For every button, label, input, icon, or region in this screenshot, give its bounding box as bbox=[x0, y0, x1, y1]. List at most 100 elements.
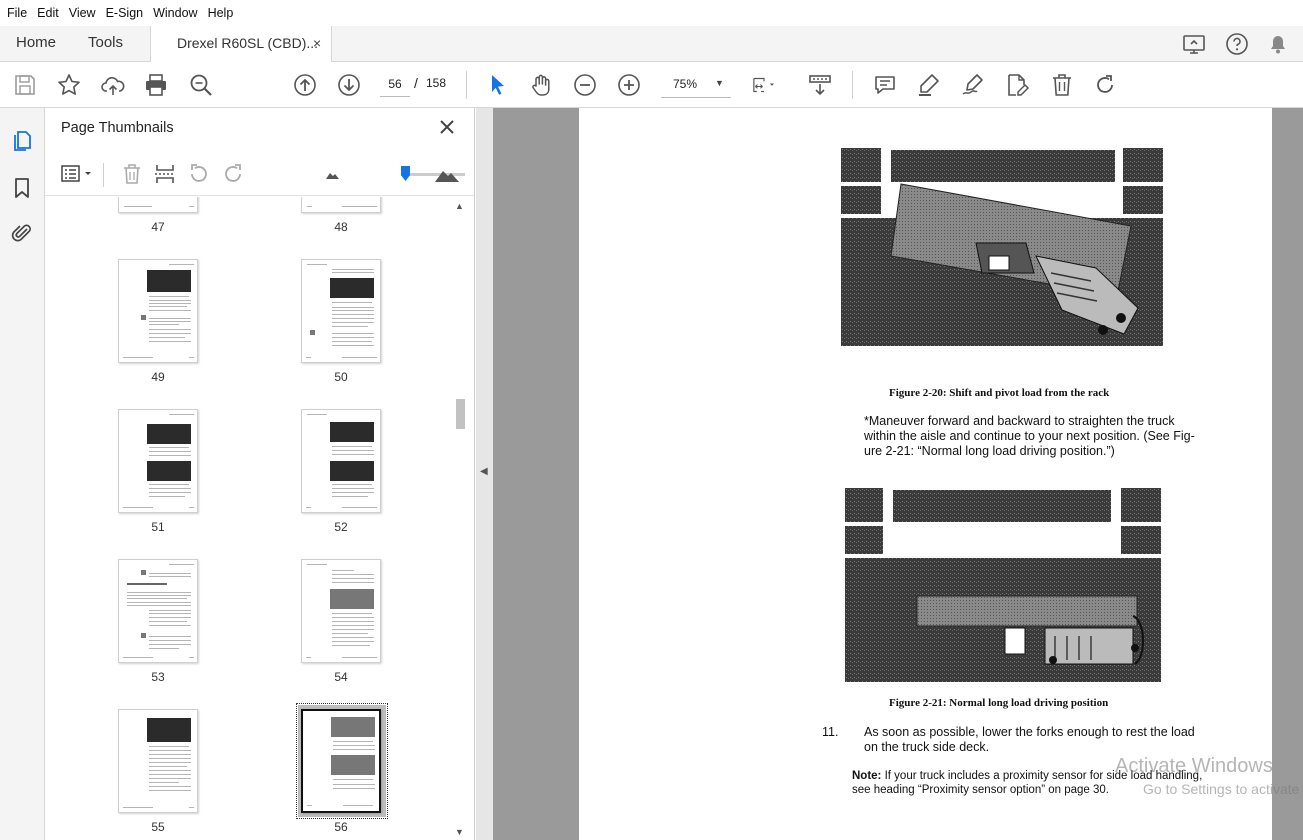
toolbar-divider bbox=[852, 71, 853, 99]
thumbnail-page-number: 50 bbox=[334, 370, 348, 384]
step-number: 11. bbox=[822, 725, 839, 739]
panel-collapse-strip[interactable]: ◀ bbox=[476, 108, 493, 840]
rotate-clockwise-icon[interactable] bbox=[221, 162, 245, 186]
cursor-icon[interactable] bbox=[485, 72, 511, 98]
insert-page-icon[interactable] bbox=[153, 162, 177, 186]
body-text-line: As soon as possible, lower the forks eno… bbox=[864, 725, 1195, 739]
scroll-mode-icon[interactable] bbox=[807, 72, 833, 98]
pdf-page: Figure 2-20: Shift and pivot load from t… bbox=[579, 108, 1272, 840]
fit-page-icon[interactable] bbox=[751, 72, 787, 98]
thumbnail-list: 47 48 49 50 51 52 53 54 55 56 bbox=[45, 197, 452, 840]
thumbnail-page-selected[interactable] bbox=[301, 709, 381, 813]
toolbar-divider bbox=[466, 71, 467, 99]
scroll-down-arrow-icon[interactable]: ▼ bbox=[455, 827, 464, 837]
zoom-out-icon[interactable] bbox=[572, 72, 598, 98]
menu-edit[interactable]: Edit bbox=[32, 0, 64, 26]
thumbnail-page-number: 49 bbox=[151, 370, 165, 384]
body-text-line: within the aisle and continue to your ne… bbox=[864, 429, 1195, 443]
figure-caption: Figure 2-21: Normal long load driving po… bbox=[889, 697, 1109, 709]
thumbnail-page[interactable] bbox=[301, 197, 381, 213]
thumbnail-page-number-selected: 56 bbox=[334, 820, 348, 834]
main-toolbar: / 158 75% ▼ bbox=[0, 62, 1303, 108]
hand-icon[interactable] bbox=[528, 72, 554, 98]
thumbnail-options-icon[interactable] bbox=[59, 162, 95, 186]
page-number-input[interactable] bbox=[380, 72, 410, 97]
collapse-panel-icon[interactable]: ◀ bbox=[480, 466, 488, 477]
figure-2-20-illustration bbox=[841, 148, 1163, 346]
attachment-icon[interactable] bbox=[10, 221, 34, 245]
thumbnail-page[interactable] bbox=[118, 197, 198, 213]
panel-divider bbox=[103, 163, 104, 187]
zoom-search-icon[interactable] bbox=[188, 72, 214, 98]
thumbnail-scrollbar[interactable]: ▲ ▼ bbox=[452, 197, 468, 840]
figure-2-21-illustration bbox=[845, 488, 1161, 682]
menu-bar: File Edit View E-Sign Window Help bbox=[0, 0, 1303, 26]
thumbnail-page[interactable] bbox=[118, 409, 198, 513]
rotate-counterclockwise-icon[interactable] bbox=[187, 162, 211, 186]
thumbnail-page[interactable] bbox=[301, 409, 381, 513]
thumbnail-page-number: 55 bbox=[151, 820, 165, 834]
save-icon[interactable] bbox=[12, 72, 38, 98]
tab-document[interactable]: Drexel R60SL (CBD)... × bbox=[150, 26, 332, 62]
body-text-line: on the truck side deck. bbox=[864, 740, 990, 754]
page-thumbnails-icon[interactable] bbox=[10, 129, 34, 153]
sign-icon[interactable] bbox=[960, 72, 986, 98]
menu-file[interactable]: File bbox=[2, 0, 32, 26]
menu-view[interactable]: View bbox=[64, 0, 101, 26]
share-screen-icon[interactable] bbox=[1181, 31, 1207, 57]
zoom-dropdown[interactable]: 75% ▼ bbox=[661, 72, 731, 98]
comment-icon[interactable] bbox=[872, 72, 898, 98]
star-icon[interactable] bbox=[56, 72, 82, 98]
thumbnail-page-number: 53 bbox=[151, 670, 165, 684]
thumbnail-page-number: 54 bbox=[334, 670, 348, 684]
close-tab-icon[interactable]: × bbox=[313, 26, 321, 60]
watermark-title: Activate Windows bbox=[1115, 755, 1273, 777]
thumbnail-page[interactable] bbox=[301, 559, 381, 663]
arrow-down-icon[interactable] bbox=[336, 72, 362, 98]
windows-activation-watermark: Activate Windows Go to Settings to activ… bbox=[1115, 755, 1303, 797]
edit-pdf-icon[interactable] bbox=[1004, 72, 1030, 98]
arrow-up-icon[interactable] bbox=[292, 72, 318, 98]
tab-tools[interactable]: Tools bbox=[88, 26, 123, 61]
note-label: Note: bbox=[852, 770, 882, 782]
bookmark-icon[interactable] bbox=[10, 176, 34, 200]
tab-bar: Home Tools Drexel R60SL (CBD)... × bbox=[0, 26, 1303, 62]
menu-help[interactable]: Help bbox=[203, 0, 239, 26]
highlight-icon[interactable] bbox=[916, 72, 942, 98]
thumbnail-size-handle[interactable] bbox=[401, 166, 410, 181]
notification-bell-icon[interactable] bbox=[1265, 31, 1291, 57]
menu-window[interactable]: Window bbox=[148, 0, 202, 26]
scrollbar-thumb[interactable] bbox=[456, 399, 465, 429]
help-icon[interactable] bbox=[1224, 31, 1250, 57]
menu-esign[interactable]: E-Sign bbox=[101, 0, 149, 26]
note-line: see heading “Proximity sensor option” on… bbox=[852, 784, 1109, 796]
document-tab-title: Drexel R60SL (CBD)... bbox=[177, 35, 319, 51]
thumbnail-smaller-icon[interactable] bbox=[321, 162, 345, 186]
rotate-icon[interactable] bbox=[1092, 72, 1118, 98]
thumbnail-page[interactable] bbox=[301, 259, 381, 363]
zoom-value: 75% bbox=[673, 77, 698, 91]
cloud-upload-icon[interactable] bbox=[100, 72, 126, 98]
thumbnail-page[interactable] bbox=[118, 559, 198, 663]
thumbnail-page-number: 52 bbox=[334, 520, 348, 534]
left-navigation-rail bbox=[0, 108, 45, 840]
figure-caption: Figure 2-20: Shift and pivot load from t… bbox=[889, 387, 1110, 399]
thumbnail-page-number: 51 bbox=[151, 520, 165, 534]
close-panel-icon[interactable] bbox=[437, 117, 457, 137]
print-icon[interactable] bbox=[143, 72, 169, 98]
thumbnail-page[interactable] bbox=[118, 709, 198, 813]
tab-home[interactable]: Home bbox=[16, 26, 56, 61]
thumbnail-page[interactable] bbox=[118, 259, 198, 363]
thumbnail-larger-icon[interactable] bbox=[433, 162, 461, 186]
thumbnails-panel: Page Thumbnails 47 48 49 50 51 52 53 54 … bbox=[45, 108, 475, 840]
body-text-line: ure 2-21: “Normal long load driving posi… bbox=[864, 444, 1115, 458]
chevron-down-icon: ▼ bbox=[715, 78, 724, 88]
delete-page-icon[interactable] bbox=[120, 162, 144, 186]
scroll-up-arrow-icon[interactable]: ▲ bbox=[455, 201, 464, 211]
watermark-subtitle: Go to Settings to activate Windows. bbox=[1143, 781, 1303, 797]
delete-icon[interactable] bbox=[1049, 72, 1075, 98]
thumbnail-toolbar bbox=[45, 152, 474, 196]
zoom-in-icon[interactable] bbox=[616, 72, 642, 98]
document-view[interactable]: Figure 2-20: Shift and pivot load from t… bbox=[493, 108, 1303, 840]
panel-title: Page Thumbnails bbox=[61, 120, 174, 136]
